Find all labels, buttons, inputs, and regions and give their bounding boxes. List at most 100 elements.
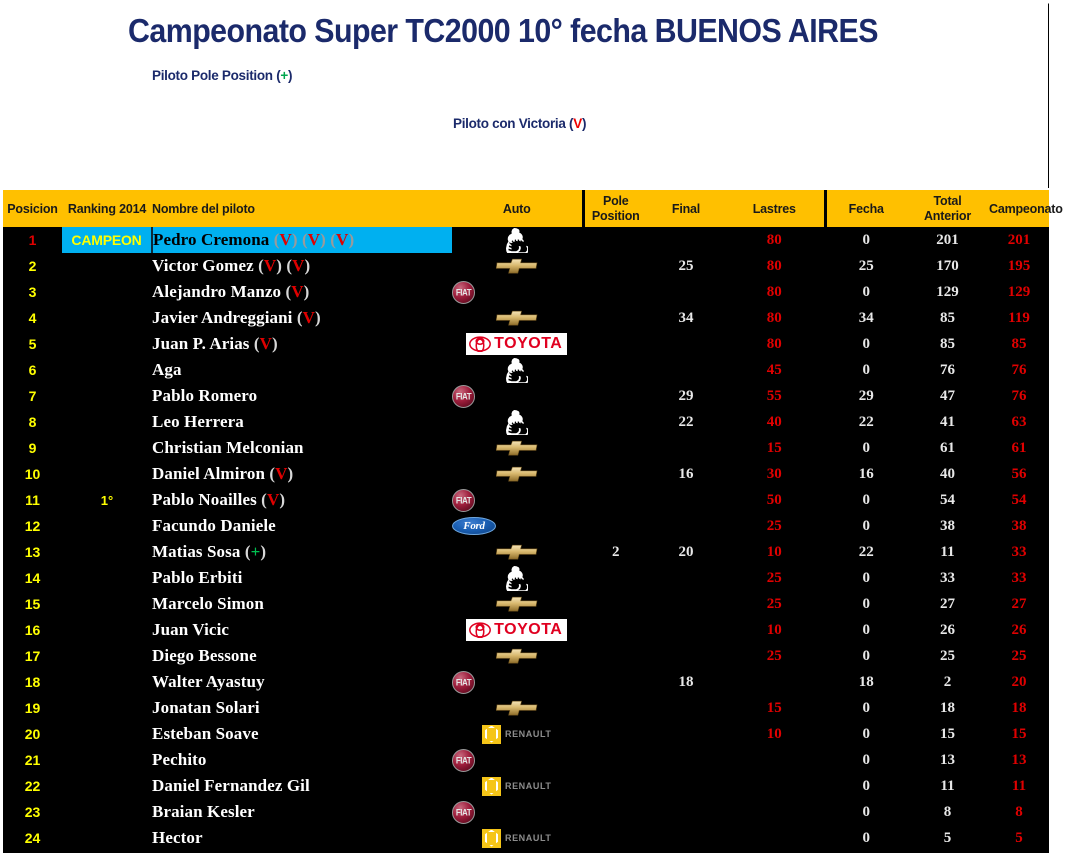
cell-campeonato: 20 (989, 669, 1049, 695)
cell-nombre-piloto: Walter Ayastuy (152, 669, 452, 695)
table-row[interactable]: 7 Pablo Romero FIAT 29 55 29 47 76 (3, 383, 1049, 409)
paren-open: ( (281, 282, 292, 301)
cell-ranking (62, 435, 152, 461)
fiat-wordmark: FIAT (455, 390, 472, 402)
column-header-nombre[interactable]: Nombre del piloto (152, 190, 452, 227)
table-row[interactable]: 19 Jonatan Solari 15 0 18 18 (3, 695, 1049, 721)
table-row[interactable]: 22 Daniel Fernandez Gil RENAULT 0 11 11 (3, 773, 1049, 799)
cell-fecha: 0 (823, 487, 906, 513)
cell-fecha: 16 (823, 461, 906, 487)
champion-badge: CAMPEON (62, 227, 153, 253)
cell-total-anterior: 5 (906, 825, 989, 851)
paren-open: ( (282, 256, 293, 275)
cell-campeonato: 76 (989, 357, 1049, 383)
driver-name: Jonatan Solari (152, 698, 260, 717)
header-row: Posicion Ranking 2014 Nombre del piloto … (3, 190, 1063, 227)
paren-open: ( (253, 256, 264, 275)
victoria-mark: (V) (281, 282, 310, 301)
column-header-auto[interactable]: Auto (452, 190, 583, 227)
cell-ranking (62, 253, 152, 279)
paren-open: ( (240, 542, 251, 561)
chevrolet-logo-icon (495, 700, 538, 717)
table-row[interactable]: 8 Leo Herrera 22 40 22 41 63 (3, 409, 1049, 435)
cell-lastres: 10 (725, 617, 825, 643)
table-row[interactable]: 2 Victor Gomez (V) (V) 25 80 25 170 195 (3, 253, 1049, 279)
cell-lastres: 40 (725, 409, 825, 435)
cell-nombre-piloto: Esteban Soave (152, 721, 452, 747)
table-row[interactable]: 16 Juan Vicic TOYOTA 10 0 26 26 (3, 617, 1049, 643)
cell-lastres: 50 (725, 487, 825, 513)
cell-lastres: 30 (725, 461, 825, 487)
table-row[interactable]: 9 Christian Melconian 15 0 61 61 (3, 435, 1049, 461)
table-row[interactable]: 15 Marcelo Simon 25 0 27 27 (3, 591, 1049, 617)
table-row[interactable]: 21 Pechito FIAT 0 13 13 (3, 747, 1049, 773)
mark-symbol: V (291, 282, 304, 301)
table-row[interactable]: 24 Hector RENAULT 0 5 5 (3, 825, 1049, 851)
renault-diamond-icon (481, 776, 501, 796)
cell-posicion: 12 (3, 513, 62, 539)
peugeot-logo-icon (505, 357, 528, 383)
table-row[interactable]: 5 Juan P. Arias (V) TOYOTA 80 0 85 85 (3, 331, 1049, 357)
cell-campeonato: 15 (989, 721, 1049, 747)
cell-fecha: 0 (823, 331, 906, 357)
cell-posicion: 6 (3, 357, 62, 383)
fiat-logo-icon: FIAT (452, 384, 475, 408)
cell-ranking (62, 565, 152, 591)
cell-total-anterior: 33 (906, 565, 989, 591)
column-header-pole-position[interactable]: Pole Position (581, 190, 647, 227)
cell-total-anterior: 38 (906, 513, 989, 539)
cell-lastres (725, 825, 825, 851)
cell-pole-position (581, 331, 647, 357)
cell-final (647, 799, 725, 825)
cell-pole-position (581, 669, 647, 695)
renault-wordmark: RENAULT (504, 781, 552, 791)
pole-header-line1: Pole (602, 193, 629, 208)
table-row[interactable]: 1 CAMPEON Pedro Cremona (V) (V) (V) 80 0 201 2… (3, 227, 1049, 253)
cell-auto (452, 435, 583, 461)
column-header-total-anterior[interactable]: Total Anterior (906, 190, 989, 227)
column-header-posicion[interactable]: Posicion (3, 190, 62, 227)
table-row[interactable]: 12 Facundo Daniele Ford 25 0 38 38 (3, 513, 1049, 539)
cell-ranking (62, 409, 152, 435)
table-row[interactable]: 14 Pablo Erbiti 25 0 33 33 (3, 565, 1049, 591)
driver-name: Victor Gomez (152, 256, 254, 275)
fiat-wordmark: FIAT (455, 754, 472, 766)
victoria-mark: (V) (257, 490, 285, 509)
cell-fecha: 0 (823, 591, 906, 617)
cell-campeonato: 5 (989, 825, 1049, 851)
table-row[interactable]: 4 Javier Andreggiani (V) 34 80 34 85 119 (3, 305, 1049, 331)
total-header-line1: Total (933, 193, 962, 208)
cell-total-anterior: 201 (906, 227, 989, 253)
peugeot-logo-icon (505, 565, 528, 591)
fiat-logo-icon: FIAT (452, 670, 475, 694)
cell-nombre-piloto: Daniel Almiron (V) (152, 461, 452, 487)
column-header-final[interactable]: Final (647, 190, 725, 227)
table-row[interactable]: 18 Walter Ayastuy FIAT 18 18 2 20 (3, 669, 1049, 695)
column-header-ranking[interactable]: Ranking 2014 (62, 190, 152, 227)
cell-pole-position (581, 695, 647, 721)
table-row[interactable]: 11 1° Pablo Noailles (V) FIAT 50 0 54 54 (3, 487, 1049, 513)
cell-final (647, 487, 725, 513)
table-row[interactable]: 13 Matias Sosa (+) 2 20 10 22 11 33 (3, 539, 1049, 565)
table-row[interactable]: 23 Braian Kesler FIAT 0 8 8 (3, 799, 1049, 825)
cell-campeonato: 61 (989, 435, 1049, 461)
table-row[interactable]: 10 Daniel Almiron (V) 16 30 16 40 56 (3, 461, 1049, 487)
cell-final (647, 435, 725, 461)
cell-posicion: 11 (3, 487, 62, 513)
pole-symbol: + (280, 68, 289, 83)
cell-lastres: 15 (725, 435, 825, 461)
cell-fecha: 34 (823, 305, 906, 331)
table-row[interactable]: 6 Aga 45 0 76 76 (3, 357, 1049, 383)
column-header-campeonato[interactable]: Campeonato (989, 190, 1063, 227)
cell-lastres (725, 669, 825, 695)
cell-posicion: 13 (3, 539, 62, 565)
driver-name: Juan Vicic (152, 620, 230, 639)
column-header-lastres[interactable]: Lastres (725, 190, 825, 227)
table-row[interactable]: 17 Diego Bessone 25 0 25 25 (3, 643, 1049, 669)
fiat-wordmark: FIAT (455, 806, 472, 818)
table-row[interactable]: 20 Esteban Soave RENAULT 10 0 15 15 (3, 721, 1049, 747)
driver-name: Facundo Daniele (152, 516, 276, 535)
cell-total-anterior: 15 (906, 721, 989, 747)
table-row[interactable]: 3 Alejandro Manzo (V) FIAT 80 0 129 129 (3, 279, 1049, 305)
column-header-fecha[interactable]: Fecha (823, 190, 906, 227)
